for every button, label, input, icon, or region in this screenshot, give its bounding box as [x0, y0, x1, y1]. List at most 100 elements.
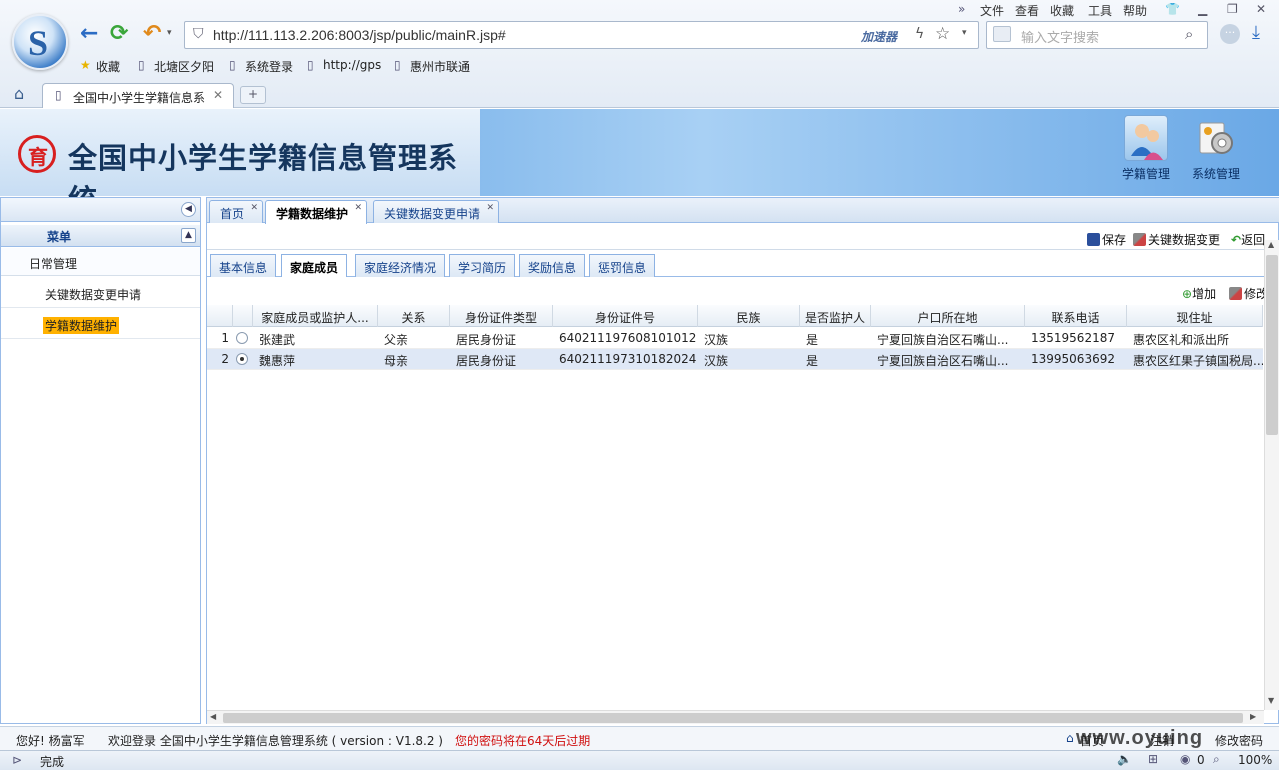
save-button[interactable]: 保存: [1087, 231, 1126, 248]
app-emblem-icon: 育: [18, 135, 56, 173]
header-address[interactable]: 现住址: [1127, 305, 1263, 327]
close-tab-icon[interactable]: ✕: [213, 88, 223, 102]
close-tab-icon[interactable]: ✕: [486, 203, 494, 213]
adblock-icon[interactable]: ◉: [1180, 752, 1190, 766]
header-phone[interactable]: 联系电话: [1025, 305, 1127, 327]
sidebar-toggle-icon[interactable]: ⊳: [12, 753, 22, 767]
menu-tools[interactable]: 工具: [1088, 2, 1112, 19]
close-tab-icon[interactable]: ✕: [354, 203, 362, 213]
tools-icon: [1133, 233, 1146, 246]
url-dropdown-icon[interactable]: ▾: [962, 28, 967, 38]
add-button[interactable]: ⊕增加: [1182, 285, 1216, 302]
more-chevron-icon[interactable]: »: [958, 2, 965, 16]
header-id-type[interactable]: 身份证件类型: [450, 305, 553, 327]
sidebar-menu-header[interactable]: 菜单 ▲: [1, 225, 200, 247]
tab-key-change-request[interactable]: 关键数据变更申请 ✕: [373, 200, 500, 223]
tab-punishments[interactable]: 惩罚信息: [589, 254, 656, 277]
restore-icon[interactable]: ❐: [1227, 2, 1238, 16]
sidebar-item-student-data[interactable]: 学籍数据维护: [1, 309, 200, 339]
tab-family-economy[interactable]: 家庭经济情况: [355, 254, 446, 277]
search-icon[interactable]: ⌕: [1185, 25, 1193, 43]
refresh-icon[interactable]: ⟳: [110, 22, 128, 46]
app-footer: 您好! 杨富军 欢迎登录 全国中小学生学籍信息管理系统 ( version : …: [0, 726, 1279, 750]
page-icon: ▯: [394, 58, 401, 72]
undo-dropdown-icon[interactable]: ▾: [167, 28, 172, 38]
sidebar-item-key-change-request[interactable]: 关键数据变更申请: [1, 278, 200, 308]
key-data-change-button[interactable]: 关键数据变更: [1133, 231, 1220, 248]
minimize-icon[interactable]: ▁: [1198, 2, 1207, 16]
favorite-link[interactable]: http://gps: [323, 58, 381, 72]
scroll-up-icon[interactable]: ▲: [1268, 240, 1274, 249]
cell-id-type: 居民身份证: [456, 333, 517, 347]
back-arrow-icon[interactable]: ←: [80, 22, 98, 46]
collapse-menu-icon[interactable]: ▲: [181, 228, 196, 243]
change-password-link[interactable]: 修改密码: [1215, 732, 1263, 749]
search-input[interactable]: 输入文字搜索: [1021, 27, 1099, 46]
scroll-right-icon[interactable]: ▶: [1250, 712, 1256, 721]
header-is-guardian[interactable]: 是否监护人: [800, 305, 871, 327]
header-row-number: [207, 305, 233, 327]
accelerator-label[interactable]: 加速器: [861, 28, 897, 45]
horizontal-scrollbar[interactable]: ◀ ▶: [207, 710, 1264, 724]
favorite-link[interactable]: 惠州市联通: [410, 58, 470, 75]
tab-label: 关键数据变更申请: [384, 207, 481, 221]
menu-view[interactable]: 查看: [1015, 2, 1039, 19]
download-icon[interactable]: ⤓: [1252, 22, 1260, 43]
address-bar[interactable]: ⛉ http://111.113.2.206:8003/jsp/public/m…: [184, 21, 979, 49]
close-tab-icon[interactable]: ✕: [250, 203, 258, 213]
scroll-down-icon[interactable]: ▼: [1268, 696, 1274, 705]
vertical-scrollbar[interactable]: ▲ ▼: [1264, 240, 1279, 710]
row-select-radio[interactable]: [236, 353, 248, 365]
table-row[interactable]: 2 魏惠萍 母亲 居民身份证 640211197310182024 汉族 是 宁…: [207, 349, 1263, 370]
tab-home[interactable]: 首页 ✕: [209, 200, 264, 223]
zoom-icon[interactable]: ⌕: [1213, 752, 1220, 767]
browser-tab[interactable]: ▯ 全国中小学生学籍信息系 ✕: [42, 83, 234, 108]
close-window-icon[interactable]: ✕: [1256, 2, 1266, 16]
favorite-link[interactable]: 收藏: [96, 58, 120, 75]
menu-file[interactable]: 文件: [980, 2, 1004, 19]
horizontal-scroll-thumb[interactable]: [223, 713, 1243, 723]
back-button[interactable]: ↶返回: [1231, 231, 1265, 248]
favorite-link[interactable]: 北塘区夕阳: [154, 58, 214, 75]
undo-icon[interactable]: ↶: [143, 22, 161, 46]
lightning-icon[interactable]: ϟ: [915, 26, 924, 42]
row-select-radio[interactable]: [236, 332, 248, 344]
module-system-management[interactable]: 系统管理: [1185, 115, 1247, 182]
tab-study-history[interactable]: 学习简历: [449, 254, 516, 277]
tab-basic-info[interactable]: 基本信息: [210, 254, 277, 277]
welcome-text: 欢迎登录 全国中小学生学籍信息管理系统 ( version : V1.8.2 ): [108, 734, 443, 748]
new-tab-button[interactable]: +: [240, 86, 266, 104]
menu-favorites[interactable]: 收藏: [1050, 2, 1074, 19]
module-student-management[interactable]: 学籍管理: [1115, 115, 1177, 182]
skin-shirt-icon[interactable]: 👕: [1165, 2, 1180, 16]
scroll-left-icon[interactable]: ◀: [210, 712, 216, 721]
tab-family-members[interactable]: 家庭成员: [281, 254, 348, 277]
cell-id-number: 640211197310182024: [559, 352, 697, 366]
speaker-icon[interactable]: 🔈: [1117, 752, 1132, 766]
sidebar-group-daily[interactable]: 日常管理: [1, 248, 200, 276]
header-name[interactable]: 家庭成员或监护人...: [253, 305, 378, 327]
vertical-scroll-thumb[interactable]: [1266, 255, 1278, 435]
header-household[interactable]: 户口所在地: [871, 305, 1025, 327]
zoom-level[interactable]: 100%: [1238, 753, 1272, 767]
collapse-sidebar-icon[interactable]: ◀: [181, 202, 196, 217]
menu-help[interactable]: 帮助: [1123, 2, 1147, 19]
header-id-number[interactable]: 身份证件号: [553, 305, 698, 327]
url-text[interactable]: http://111.113.2.206:8003/jsp/public/mai…: [213, 27, 506, 43]
edit-button[interactable]: 修改: [1229, 285, 1265, 302]
tab-student-data[interactable]: 学籍数据维护 ✕: [265, 200, 368, 224]
favorite-link[interactable]: 系统登录: [245, 58, 293, 75]
browser-logo-icon: S: [12, 14, 68, 70]
cell-address: 惠农区礼和派出所: [1133, 333, 1230, 347]
header-relation[interactable]: 关系: [378, 305, 450, 327]
header-ethnicity[interactable]: 民族: [698, 305, 800, 327]
search-box[interactable]: 输入文字搜索 ⌕: [986, 21, 1208, 49]
row-number: 1: [221, 331, 229, 345]
home-icon[interactable]: ⌂: [14, 84, 24, 103]
tab-awards[interactable]: 奖励信息: [519, 254, 586, 277]
search-engine-icon[interactable]: [993, 26, 1011, 42]
more-options-icon[interactable]: ···: [1220, 24, 1240, 44]
table-row[interactable]: 1 张建武 父亲 居民身份证 640211197608101012 汉族 是 宁…: [207, 328, 1263, 349]
network-icon[interactable]: ⊞: [1148, 752, 1158, 766]
star-bookmark-icon[interactable]: ☆: [935, 24, 950, 44]
